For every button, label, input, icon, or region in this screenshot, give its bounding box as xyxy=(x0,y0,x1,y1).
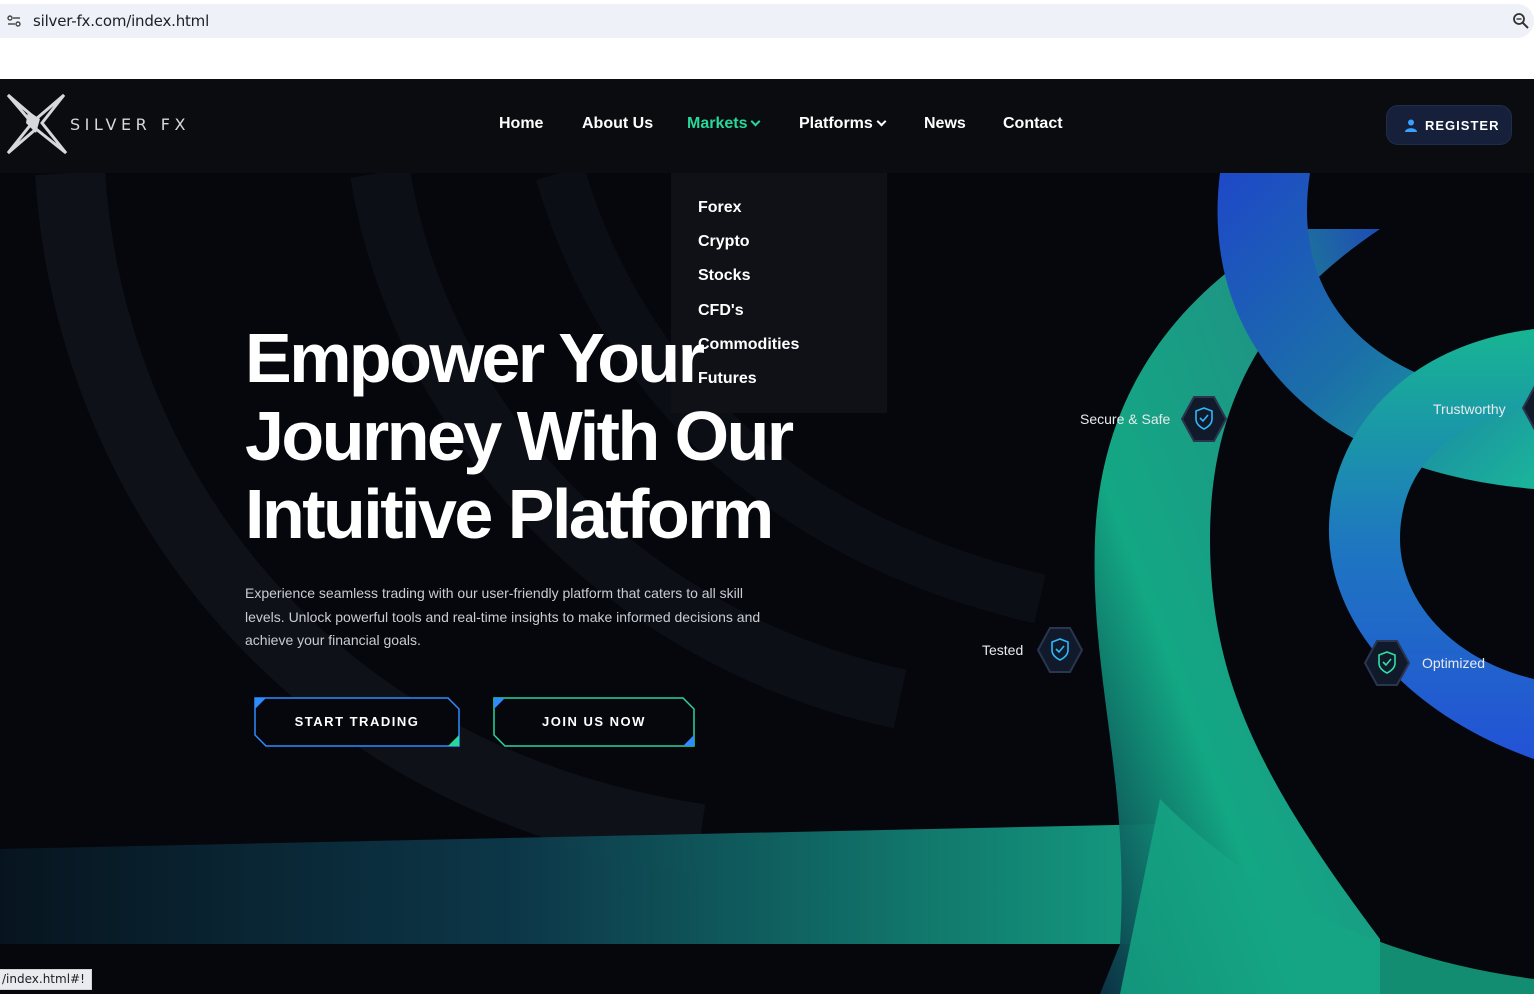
web-page: SILVER FX Home About Us Markets Platform… xyxy=(0,79,1534,994)
site-header: SILVER FX Home About Us Markets Platform… xyxy=(0,79,1534,173)
join-us-now-button[interactable]: JOIN US NOW xyxy=(493,697,695,747)
start-trading-button[interactable]: START TRADING xyxy=(254,697,460,747)
start-trading-label: START TRADING xyxy=(294,714,420,729)
feature-trustworthy-label: Trustworthy xyxy=(1433,401,1506,417)
user-icon xyxy=(1405,119,1417,132)
hero-title-line: Empower Your xyxy=(245,319,705,397)
shield-check-icon xyxy=(1037,627,1083,673)
register-label: REGISTER xyxy=(1425,118,1500,133)
chevron-down-icon xyxy=(876,116,887,127)
nav-contact[interactable]: Contact xyxy=(1003,115,1063,133)
silver-fx-logo[interactable] xyxy=(6,93,68,155)
nav-about-us[interactable]: About Us xyxy=(582,115,653,133)
hero-title-line: Intuitive Platform xyxy=(245,475,774,553)
feature-optimized-label: Optimized xyxy=(1422,655,1486,671)
logo-text[interactable]: SILVER FX xyxy=(70,115,190,134)
hero-title: Empower Your Journey With Our Intuitive … xyxy=(245,319,805,553)
dropdown-item-forex[interactable]: Forex xyxy=(698,199,742,217)
hero-title-line: Journey With Our xyxy=(245,397,794,475)
register-button[interactable]: REGISTER xyxy=(1386,105,1512,145)
feature-tested-label: Tested xyxy=(982,642,1024,658)
feature-secure-label: Secure & Safe xyxy=(1080,411,1171,427)
dropdown-item-stocks[interactable]: Stocks xyxy=(698,267,750,285)
dropdown-item-crypto[interactable]: Crypto xyxy=(698,233,750,251)
nav-platforms[interactable]: Platforms xyxy=(799,115,887,133)
url-text[interactable]: silver-fx.com/index.html xyxy=(33,12,209,30)
status-bar-url: /index.html#! xyxy=(0,969,92,990)
shield-check-icon xyxy=(1522,385,1534,431)
join-us-now-label: JOIN US NOW xyxy=(542,714,646,729)
nav-news[interactable]: News xyxy=(924,115,966,133)
dropdown-item-cfds[interactable]: CFD's xyxy=(698,302,744,320)
chevron-down-icon xyxy=(751,116,761,127)
nav-home[interactable]: Home xyxy=(499,115,543,133)
hero-description: Experience seamless trading with our use… xyxy=(245,585,761,648)
site-info-icon[interactable] xyxy=(6,13,22,29)
nav-markets[interactable]: Markets xyxy=(687,115,761,133)
zoom-icon[interactable] xyxy=(1512,12,1530,30)
shield-check-icon xyxy=(1364,640,1410,686)
shield-check-icon xyxy=(1181,396,1227,442)
address-bar[interactable]: silver-fx.com/index.html xyxy=(0,4,1534,38)
